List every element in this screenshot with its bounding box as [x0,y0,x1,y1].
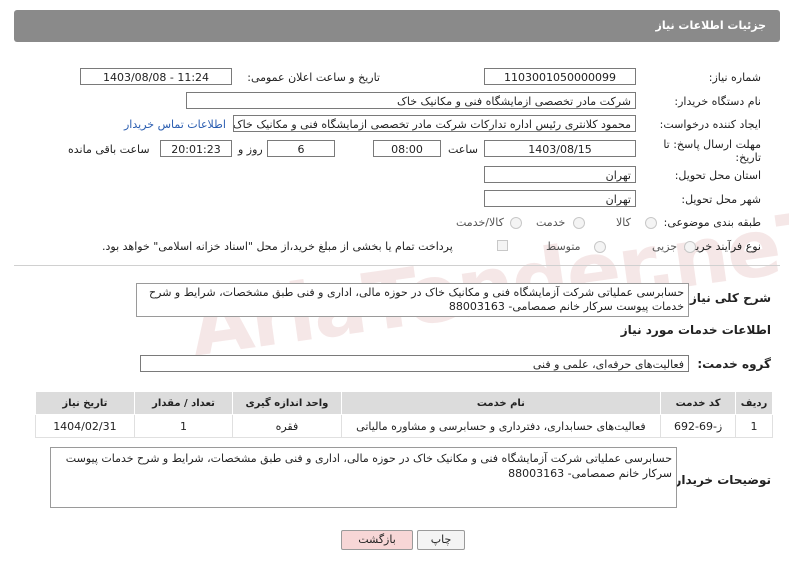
deadline-label: مهلت ارسال پاسخ: تا تاریخ: [663,138,761,164]
cell-unit: فقره [232,414,342,438]
service-group-field: فعالیت‌های حرفه‌ای، علمی و فنی [140,355,689,372]
page-title-bar: جزئیات اطلاعات نیاز [14,10,780,42]
buyer-notes-textarea[interactable]: حسابرسی عملیاتی شرکت آزمایشگاه فنی و مکا… [50,447,677,508]
services-section-title: اطلاعات خدمات مورد نیاز [620,323,771,337]
cell-service-name: فعالیت‌های حسابداری، دفترداری و حسابرسی … [340,414,662,438]
remaining-time-field: 20:01:23 [160,140,232,157]
cell-quantity: 1 [133,414,234,438]
category-both-radio[interactable] [510,217,522,229]
process-minor-label: جزیی [652,240,678,253]
need-number-label: شماره نیاز: [708,71,761,84]
cell-row-num: 1 [735,414,773,438]
need-number-field: 1103001050000099 [484,68,636,85]
category-service-radio[interactable] [573,217,585,229]
days-remaining-field: 6 [267,140,335,157]
category-label: طبقه بندی موضوعی: [663,216,761,229]
deadline-time-label: ساعت [448,143,478,156]
buyer-org-label: نام دستگاه خریدار: [674,95,761,108]
table-row: 1 ز-69-692 فعالیت‌های حسابداری، دفترداری… [35,414,773,438]
deadline-time-field: 08:00 [373,140,441,157]
category-goods-label: کالا [616,216,631,229]
process-minor-radio[interactable] [684,241,696,253]
announce-date-label: تاریخ و ساعت اعلان عمومی: [247,71,380,84]
remaining-time-label: ساعت باقی مانده [68,143,150,156]
section-divider [14,265,780,266]
process-medium-label: متوسط [546,240,581,253]
buyer-notes-label: توضیحات خریدار: [669,473,771,487]
city-field: تهران [484,190,636,207]
city-label: شهر محل تحویل: [681,193,761,206]
cell-service-code: ز-69-692 [660,414,737,438]
creator-label: ایجاد کننده درخواست: [659,118,761,131]
days-label: روز و [238,143,263,156]
back-button[interactable]: بازگشت [341,530,413,550]
col-header-unit: واحد اندازه گیری [232,391,342,415]
col-header-service-name: نام خدمت [340,391,662,415]
process-medium-radio[interactable] [594,241,606,253]
category-service-label: خدمت [536,216,566,229]
service-group-label: گروه خدمت: [697,357,771,371]
treasury-payment-checkbox[interactable] [497,240,508,251]
treasury-payment-note: پرداخت تمام یا بخشی از مبلغ خرید،از محل … [102,240,453,253]
announce-date-field: 1403/08/08 - 11:24 [80,68,232,85]
services-table: ردیف کد خدمت نام خدمت واحد اندازه گیری ت… [35,391,773,438]
creator-field: محمود کلانتری رئیس اداره تدارکات شرکت ما… [233,115,636,132]
category-both-label: کالا/خدمت [456,216,504,229]
province-field: تهران [484,166,636,183]
col-header-need-date: تاریخ نیاز [35,391,135,415]
cell-need-date: 1404/02/31 [35,414,135,438]
summary-textarea[interactable]: حسابرسی عملیاتی شرکت آزمایشگاه فنی و مکا… [136,283,689,317]
print-button[interactable]: چاپ [417,530,465,550]
col-header-row-num: ردیف [735,391,773,415]
summary-label: شرح کلی نیاز: [685,291,771,305]
province-label: استان محل تحویل: [674,169,761,182]
buyer-contact-link[interactable]: اطلاعات تماس خریدار [124,118,226,131]
deadline-date-field: 1403/08/15 [484,140,636,157]
col-header-quantity: تعداد / مقدار [133,391,234,415]
page-title: جزئیات اطلاعات نیاز [655,19,767,32]
col-header-service-code: کد خدمت [660,391,737,415]
category-goods-radio[interactable] [645,217,657,229]
buyer-org-field: شرکت مادر تخصصی ازمایشگاه فنی و مکانیک خ… [186,92,636,109]
